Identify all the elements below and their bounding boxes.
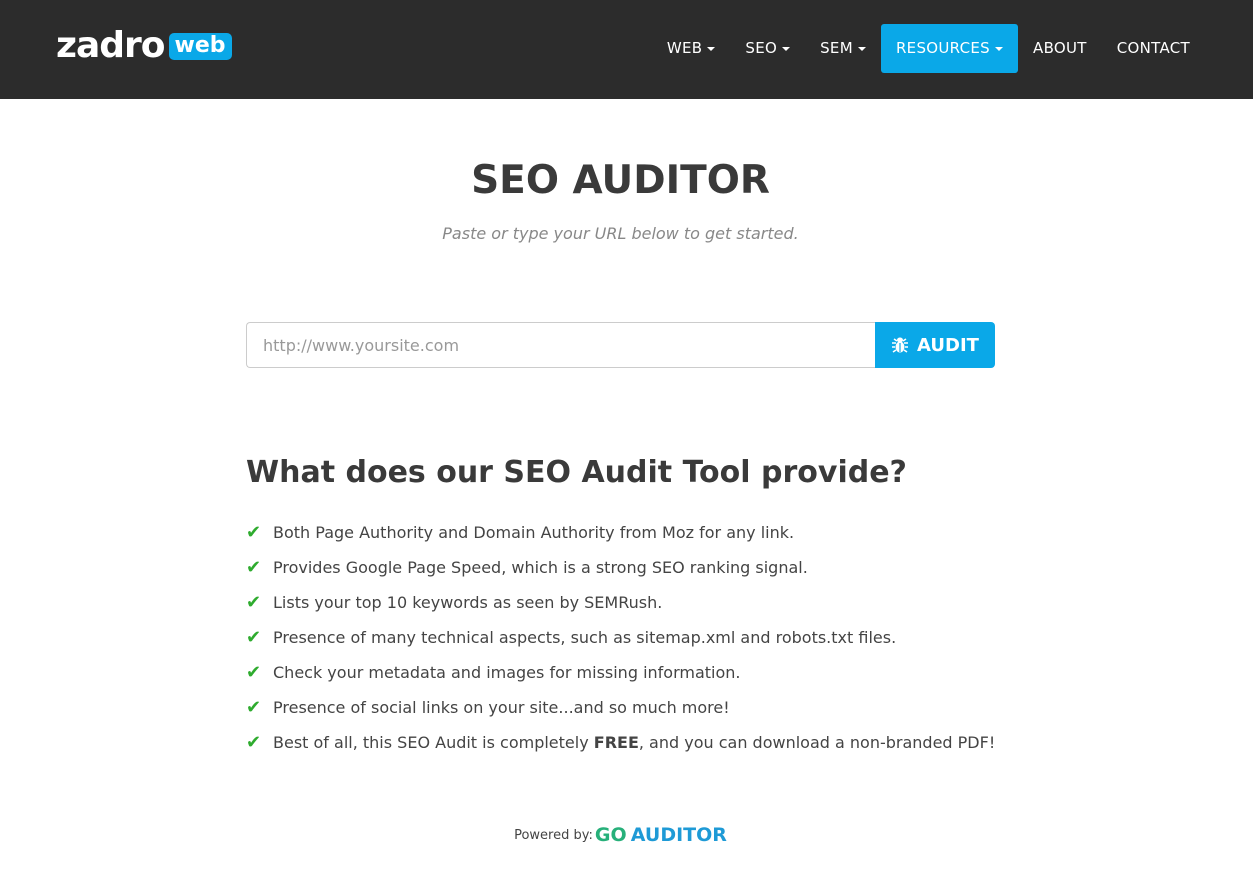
powered-by: Powered by: GO AUDITOR [0,824,1241,846]
logo-badge: web [168,32,232,60]
page-subtitle: Paste or type your URL below to get star… [442,224,799,243]
features-list: ✔ Both Page Authority and Domain Authorit… [246,522,995,767]
brand-go: GO [594,824,627,846]
url-input[interactable] [246,322,876,368]
nav-seo[interactable]: SEO [730,24,805,73]
audit-label: AUDIT [917,334,979,356]
nav-contact[interactable]: CONTACT [1102,24,1205,73]
list-item: ✔ Lists your top 10 keywords as seen by S… [246,592,995,627]
bug-icon [892,337,909,353]
feature-text-post: , and you can download a non-branded PDF… [638,733,996,752]
check-icon: ✔ [246,522,262,543]
list-item: ✔ Provides Google Page Speed, which is a … [246,557,995,592]
main-nav: WEB SEO SEM RESOURCES ABOUT CONTACT [652,24,1205,73]
list-item: ✔ Presence of social links on your site..… [246,697,995,732]
caret-down-icon [782,46,791,51]
feature-text: Best of all, this SEO Audit is completel… [273,732,995,754]
feature-text: Lists your top 10 keywords as seen by SE… [273,593,663,612]
caret-down-icon [995,46,1004,51]
nav-web[interactable]: WEB [652,24,731,73]
caret-down-icon [707,46,716,51]
feature-text: Presence of many technical aspects, such… [273,628,897,647]
brand-auditor: AUDITOR [630,824,727,846]
logo[interactable]: zadro web [56,28,232,64]
nav-label: SEM [820,39,853,57]
caret-down-icon [857,46,866,51]
check-icon: ✔ [246,627,262,648]
feature-text: Provides Google Page Speed, which is a s… [273,558,808,577]
features-title: What does our SEO Audit Tool provide? [246,455,907,490]
check-icon: ✔ [246,557,262,578]
nav-label: RESOURCES [895,39,991,57]
feature-text-pre: Best of all, this SEO Audit is completel… [273,733,594,752]
check-icon: ✔ [246,697,262,718]
site-header: zadro web WEB SEO SEM RESOURCES ABOUT CO… [0,0,1253,99]
audit-button[interactable]: AUDIT [875,322,995,368]
go-auditor-logo[interactable]: GO AUDITOR [595,824,727,846]
feature-text-bold: FREE [593,733,639,752]
logo-text: zadro [56,25,166,66]
page-title: SEO AUDITOR [471,158,770,203]
feature-text: Presence of social links on your site...… [273,698,730,717]
check-icon: ✔ [246,662,262,683]
list-item: ✔ Presence of many technical aspects, suc… [246,627,995,662]
list-item: ✔ Check your metadata and images for miss… [246,662,995,697]
check-icon: ✔ [246,732,262,753]
list-item: ✔ Both Page Authority and Domain Authorit… [246,522,995,557]
list-item: ✔ Best of all, this SEO Audit is complete… [246,732,995,767]
feature-text: Check your metadata and images for missi… [273,663,741,682]
nav-label: SEO [745,39,778,57]
powered-by-label: Powered by: [514,827,593,843]
feature-text: Both Page Authority and Domain Authority… [273,523,795,542]
nav-label: WEB [666,39,703,57]
nav-sem[interactable]: SEM [805,24,881,73]
nav-about[interactable]: ABOUT [1018,24,1102,73]
check-icon: ✔ [246,592,262,613]
nav-resources[interactable]: RESOURCES [880,24,1019,73]
